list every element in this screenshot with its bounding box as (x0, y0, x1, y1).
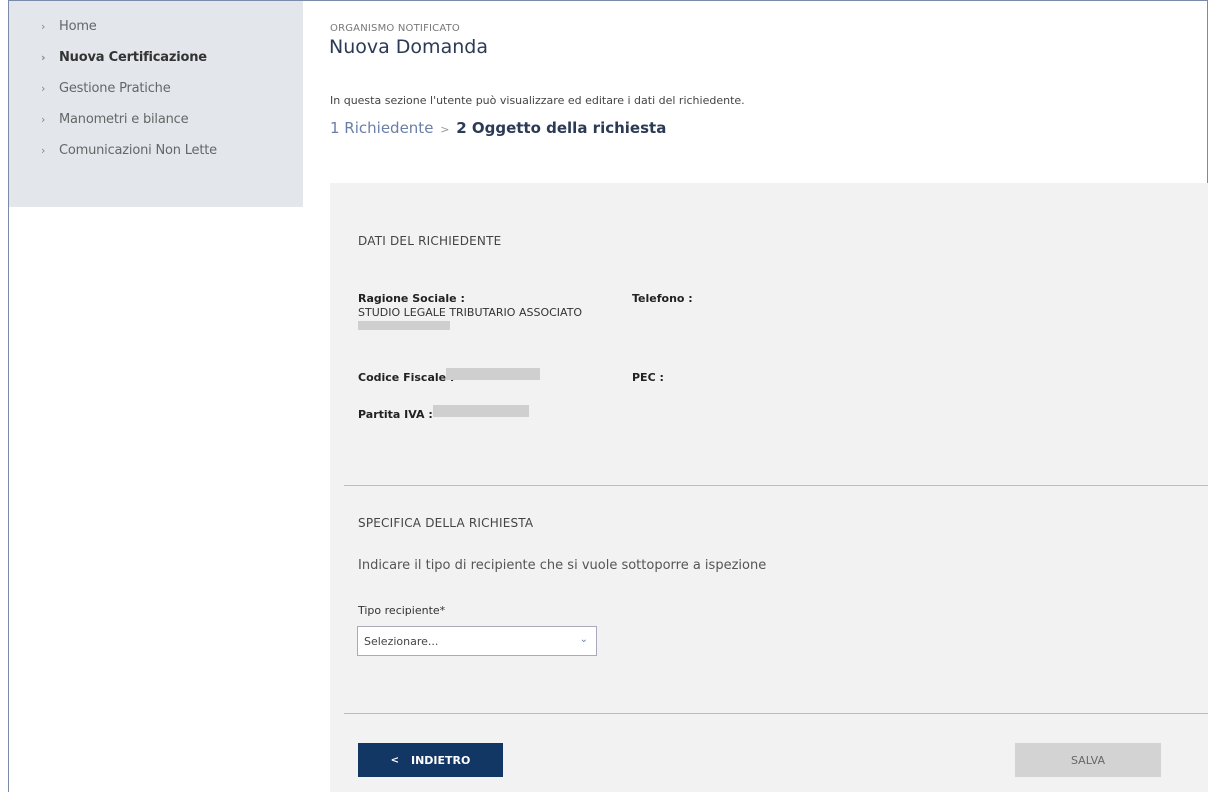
specifica-hint: Indicare il tipo di recipiente che si vu… (358, 558, 767, 573)
ragione-sociale-value: STUDIO LEGALE TRIBUTARIO ASSOCIATO (358, 306, 583, 319)
ragione-sociale-label: Ragione Sociale : (358, 292, 465, 305)
chevron-right-icon: › (41, 51, 46, 64)
organization-label: ORGANISMO NOTIFICATO (330, 23, 461, 34)
breadcrumb-separator: > (440, 123, 450, 136)
sidebar-item-label: Gestione Pratiche (59, 81, 171, 96)
step-oggetto-current: 2 Oggetto della richiesta (456, 119, 667, 137)
page-title: Nuova Domanda (329, 36, 488, 58)
back-button[interactable]: < INDIETRO (358, 743, 503, 777)
telefono-label: Telefono : (632, 292, 693, 305)
redacted-codice-fiscale (446, 368, 540, 380)
form-panel (330, 183, 1208, 792)
sidebar-item-comunicazioni[interactable]: › Comunicazioni Non Lette (41, 143, 303, 174)
chevron-right-icon: › (41, 20, 46, 33)
sidebar-item-label: Home (59, 19, 97, 34)
chevron-right-icon: › (41, 144, 46, 157)
chevron-right-icon: › (41, 82, 46, 95)
sidebar-item-gestione-pratiche[interactable]: › Gestione Pratiche (41, 81, 303, 112)
sidebar-item-label: Manometri e bilance (59, 112, 189, 127)
codice-fiscale-label: Codice Fiscale : (358, 371, 455, 384)
partita-iva-label: Partita IVA : (358, 408, 433, 421)
sidebar-item-label: Nuova Certificazione (59, 50, 207, 65)
tipo-recipiente-label: Tipo recipiente* (358, 604, 446, 617)
section-divider (344, 713, 1208, 714)
save-button-label: SALVA (1071, 753, 1105, 767)
section-title-richiedente: DATI DEL RICHIEDENTE (358, 234, 502, 248)
sidebar: › Home › Nuova Certificazione › Gestione… (9, 1, 303, 207)
section-divider (344, 485, 1208, 486)
tipo-recipiente-select[interactable]: Selezionare... ⌄ (357, 626, 597, 656)
chevron-left-icon: < (390, 754, 399, 766)
sidebar-item-home[interactable]: › Home (41, 19, 303, 50)
chevron-right-icon: › (41, 113, 46, 126)
sidebar-item-label: Comunicazioni Non Lette (59, 143, 217, 158)
page-description: In questa sezione l'utente può visualizz… (330, 94, 745, 107)
pec-label: PEC : (632, 371, 664, 384)
chevron-down-icon: ⌄ (579, 634, 588, 645)
section-title-specifica: SPECIFICA DELLA RICHIESTA (358, 516, 534, 530)
step-breadcrumb: 1 Richiedente > 2 Oggetto della richiest… (330, 119, 666, 137)
redacted-partita-iva (433, 405, 529, 417)
step-richiedente-link[interactable]: 1 Richiedente (330, 119, 433, 137)
select-value: Selezionare... (364, 635, 439, 648)
back-button-label: INDIETRO (411, 753, 471, 767)
sidebar-item-nuova-certificazione[interactable]: › Nuova Certificazione (41, 50, 303, 81)
save-button[interactable]: SALVA (1015, 743, 1161, 777)
redacted-value (358, 321, 450, 330)
sidebar-item-manometri-bilance[interactable]: › Manometri e bilance (41, 112, 303, 143)
